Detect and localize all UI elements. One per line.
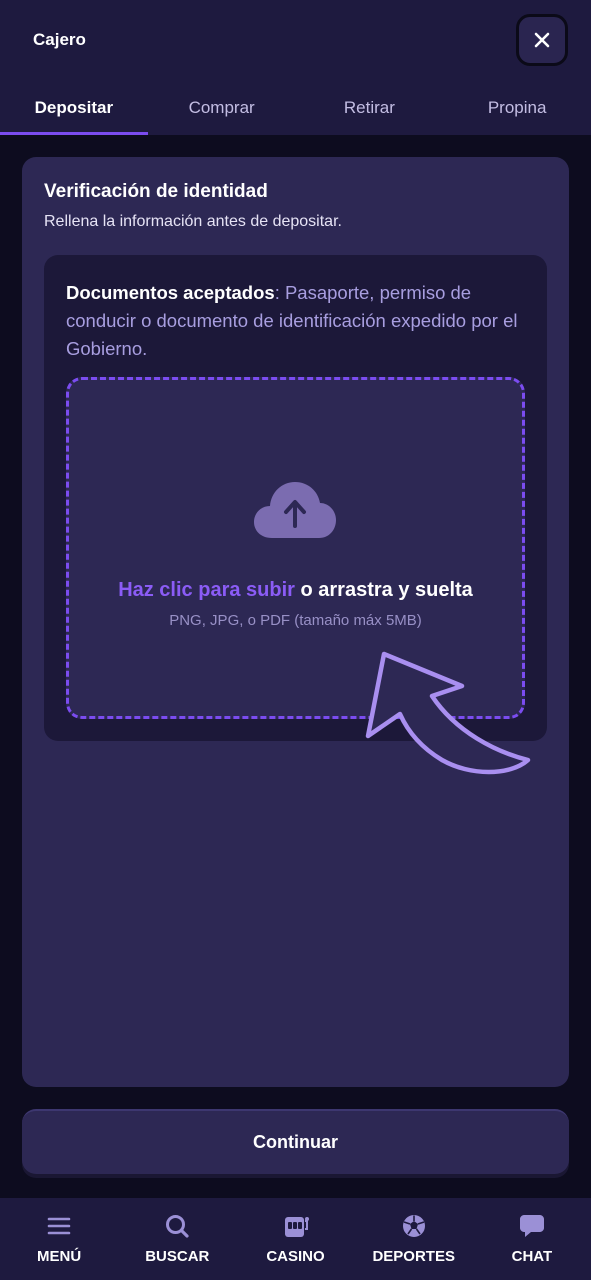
search-icon [166,1215,189,1238]
card-subtitle: Rellena la información antes de deposita… [44,213,342,230]
tab-bar: Depositar Comprar Retirar Propina [0,82,591,135]
close-button[interactable] [516,14,568,66]
pointer-arrow-icon [365,651,531,775]
accepted-documents-label: Documentos aceptados [66,282,275,303]
tab-retirar[interactable]: Retirar [296,82,444,135]
chat-icon [519,1215,544,1237]
nav-label-chat: CHAT [511,1248,553,1265]
nav-item-chat[interactable]: CHAT [473,1198,591,1280]
upload-hint: PNG, JPG, o PDF (tamaño máx 5MB) [169,612,422,629]
nav-item-search[interactable]: BUSCAR [118,1198,236,1280]
accepted-documents-separator: : [274,282,285,303]
page-title: Cajero [33,30,86,49]
tab-depositar[interactable]: Depositar [0,82,148,135]
header: Cajero [0,0,591,82]
nav-label-sports: DEPORTES [372,1248,455,1265]
upload-instruction: Haz clic para subir o arrastra y suelta [66,579,525,602]
continue-button[interactable]: Continuar [22,1109,569,1174]
nav-label-menu: MENÚ [37,1248,82,1265]
nav-label-casino: CASINO [266,1248,325,1265]
soccer-ball-icon [402,1215,425,1237]
cloud-upload-icon [254,482,336,538]
tab-propina[interactable]: Propina [443,82,591,135]
nav-item-menu[interactable]: MENÚ [0,1198,118,1280]
upload-link[interactable]: Haz clic para subir [118,579,295,601]
card-title: Verificación de identidad [44,181,268,202]
bottom-nav: MENÚ BUSCAR CASINO DEPORTES CHAT [0,1198,591,1280]
close-icon [534,32,550,48]
nav-label-search: BUSCAR [145,1248,210,1265]
nav-item-sports[interactable]: DEPORTES [355,1198,473,1280]
nav-item-casino[interactable]: CASINO [236,1198,354,1280]
menu-icon [47,1217,71,1235]
upload-instruction-rest: o arrastra y suelta [294,579,473,601]
accepted-documents-text: Documentos aceptados: Pasaporte, permiso… [66,279,536,363]
slot-machine-icon [284,1217,309,1237]
tab-comprar[interactable]: Comprar [148,82,296,135]
